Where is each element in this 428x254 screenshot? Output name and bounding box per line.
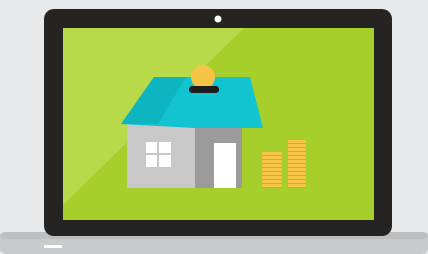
coin-icon: [191, 65, 215, 89]
coin-edge: [288, 159, 306, 160]
coin: [262, 164, 282, 167]
coin: [262, 180, 282, 183]
illustration-stage: [0, 0, 428, 254]
coin-edge: [288, 143, 306, 144]
coin: [262, 172, 282, 175]
window-icon: [146, 142, 171, 167]
coin-edge: [288, 183, 306, 184]
coin-edge: [262, 155, 282, 156]
coin-edge: [288, 155, 306, 156]
door-icon: [214, 143, 236, 188]
coin-edge: [288, 171, 306, 172]
coin-edge: [262, 183, 282, 184]
coin: [262, 152, 282, 155]
coin-edge: [288, 167, 306, 168]
coin: [288, 168, 306, 171]
coin: [288, 184, 306, 187]
coin: [288, 180, 306, 183]
coin-edge: [288, 151, 306, 152]
coin-edge: [262, 163, 282, 164]
coin: [288, 144, 306, 147]
coin: [288, 164, 306, 167]
coin: [288, 148, 306, 151]
coin-edge: [262, 171, 282, 172]
coin: [288, 152, 306, 155]
coin-edge: [262, 187, 282, 188]
coin-edge: [262, 175, 282, 176]
coin: [262, 184, 282, 187]
camera-dot-icon: [214, 15, 222, 23]
base-indicator: [44, 245, 62, 248]
coin: [288, 172, 306, 175]
coin-edge: [288, 179, 306, 180]
coin-edge: [288, 147, 306, 148]
coin-edge: [262, 167, 282, 168]
coin: [262, 160, 282, 163]
coin-edge: [262, 179, 282, 180]
coin: [262, 176, 282, 179]
coin: [288, 160, 306, 163]
coin-edge: [288, 175, 306, 176]
coin: [262, 168, 282, 171]
coin-edge: [288, 187, 306, 188]
coin: [288, 140, 306, 143]
coin-edge: [288, 163, 306, 164]
coin: [288, 156, 306, 159]
laptop-illustration: [0, 9, 428, 254]
coin: [262, 156, 282, 159]
coin-edge: [262, 159, 282, 160]
coin: [288, 176, 306, 179]
